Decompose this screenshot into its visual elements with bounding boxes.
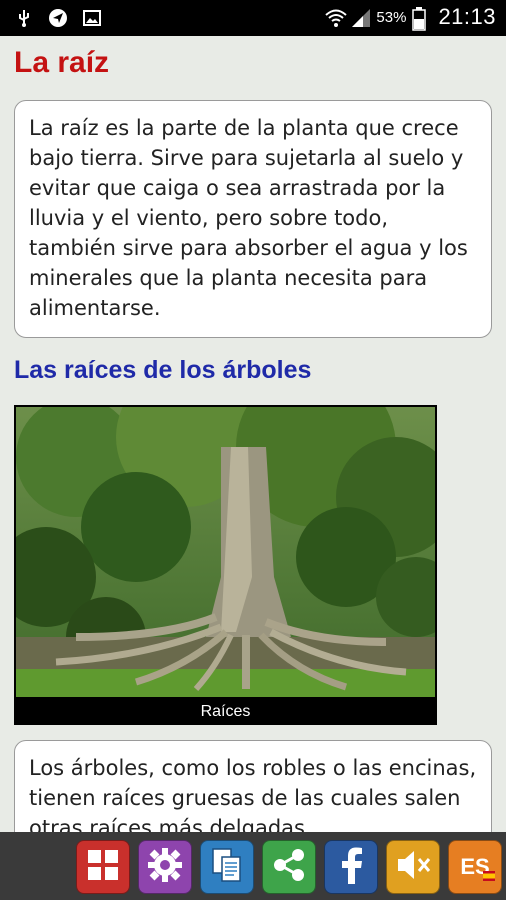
- language-button[interactable]: ES: [448, 840, 502, 894]
- clock: 21:13: [438, 4, 496, 29]
- intro-text: La raíz es la parte de la planta que cre…: [29, 116, 468, 320]
- status-bar: 53% 21:13: [0, 0, 506, 36]
- copy-button[interactable]: [200, 840, 254, 894]
- image-caption: Raíces: [200, 703, 251, 720]
- signal-icon: [350, 7, 371, 27]
- facebook-icon: [336, 846, 366, 889]
- navigation-icon: [48, 8, 68, 28]
- image-icon: [82, 8, 102, 28]
- section-card: Los árboles, como los robles o las encin…: [14, 740, 492, 832]
- content-area[interactable]: La raíz La raíz es la parte de la planta…: [0, 36, 506, 832]
- copy-icon: [209, 846, 245, 889]
- spain-flag-icon: [483, 861, 495, 887]
- share-button[interactable]: [262, 840, 316, 894]
- section-title: Las raíces de los árboles: [14, 356, 312, 384]
- section-text: Los árboles, como los robles o las encin…: [29, 756, 477, 832]
- gear-icon: [146, 846, 184, 889]
- facebook-button[interactable]: [324, 840, 378, 894]
- settings-button[interactable]: [138, 840, 192, 894]
- bottom-toolbar: ES: [0, 832, 506, 900]
- intro-card: La raíz es la parte de la planta que cre…: [14, 100, 492, 338]
- share-icon: [271, 847, 307, 888]
- page-title: La raíz: [14, 46, 110, 79]
- mute-button[interactable]: [386, 840, 440, 894]
- usb-icon: [14, 8, 34, 28]
- menu-grid-button[interactable]: [76, 840, 130, 894]
- battery-percent: 53%: [376, 8, 407, 26]
- grid-icon: [85, 847, 121, 888]
- tree-roots-photo[interactable]: Raíces: [14, 405, 437, 725]
- speaker-mute-icon: [394, 847, 432, 888]
- battery-icon: [412, 7, 432, 31]
- wifi-icon: [324, 7, 348, 27]
